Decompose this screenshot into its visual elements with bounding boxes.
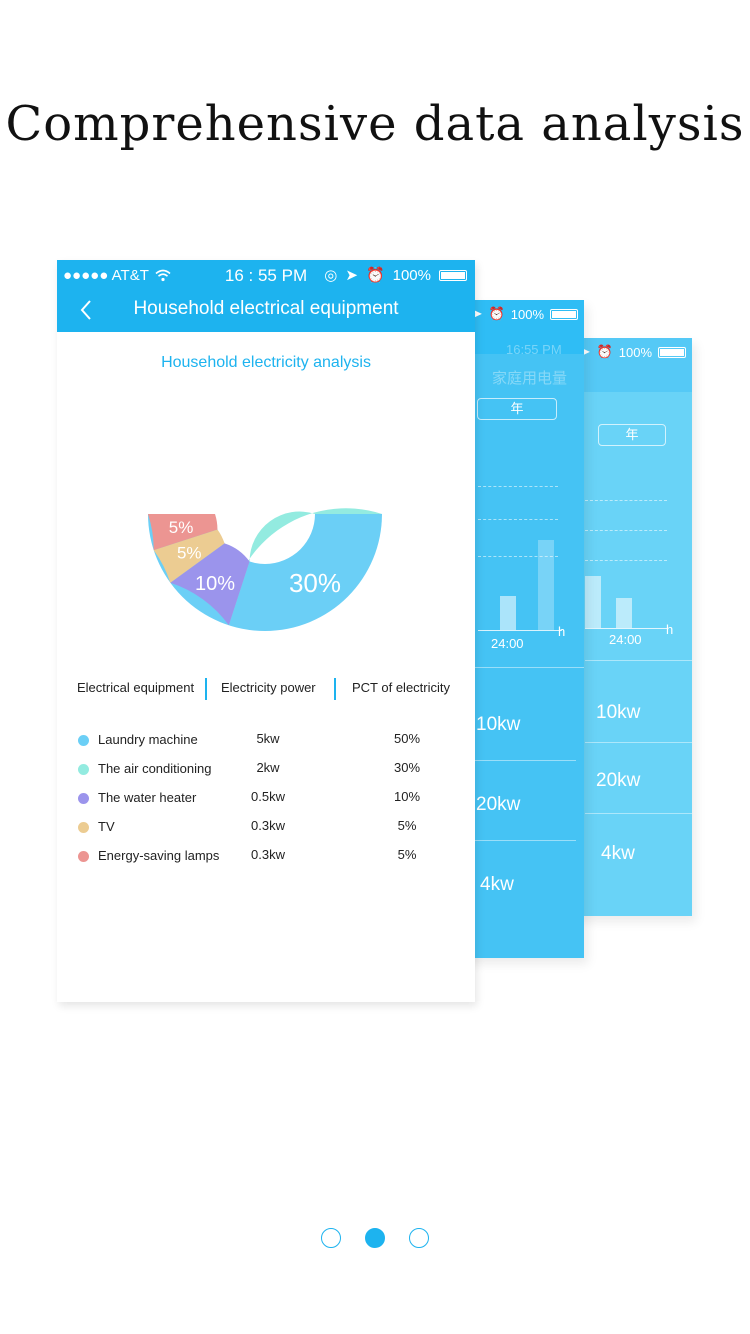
battery-percent: 100% [618,344,652,360]
slice-value-label: 30% [289,568,341,598]
legend-dot [78,764,89,775]
battery-icon [439,269,467,281]
grid-line [478,486,558,487]
time-label: 24:00 [609,632,642,647]
column-header-power: Electricity power [221,680,316,695]
chart-bar [500,596,516,630]
divider [475,840,576,841]
battery-icon [550,308,578,320]
app-header: ●●●●● AT&T 16 : 55 PM ◎ ➤ ⏰ 100% Househo… [57,260,475,332]
grid-line [585,560,667,561]
faded-title: 家庭用电量 [492,370,568,387]
divider [585,813,692,814]
divider [585,660,692,661]
rotation-lock-icon: ◎ [324,267,338,284]
phone-card-front: ●●●●● AT&T 16 : 55 PM ◎ ➤ ⏰ 100% Househo… [57,260,475,1002]
table-row[interactable]: The water heater 0.5kw 10% [57,786,475,815]
divider [585,742,692,743]
column-header-equipment: Electrical equipment [77,680,195,695]
alarm-icon: ⏰ [365,267,385,284]
preview-card-right-status: ➤ ⏰ 100% [580,344,686,360]
table-row[interactable]: Laundry machine 5kw 50% [57,728,475,757]
axis-unit-label: h [666,622,674,637]
status-right: ◎ ➤ ⏰ 100% [324,266,467,284]
equipment-power: 2kw [256,760,280,775]
equipment-name: TV [98,819,115,834]
chart-bar [616,598,632,628]
equipment-pct: 5% [397,818,417,833]
kw-value: 10kw [476,714,521,735]
slice-value-label: 5% [177,544,202,563]
equipment-power: 0.3kw [251,818,285,833]
page-dot[interactable] [409,1228,429,1248]
chart-bar [538,540,554,630]
equipment-list: Laundry machine 5kw 50% The air conditionin… [57,728,475,873]
kw-value: 4kw [480,874,514,895]
chart-bar [585,576,601,628]
electricity-donut-chart: 50% 30% 10% 5% 5% [148,416,382,631]
axis-unit-label: h [558,624,566,639]
alarm-icon: ⏰ [596,344,613,359]
chart-title: Household electricity analysis [161,354,371,371]
table-row[interactable]: The air conditioning 2kw 30% [57,757,475,786]
status-bar: ●●●●● AT&T 16 : 55 PM ◎ ➤ ⏰ 100% [57,260,475,290]
slice-value-label: 10% [195,573,235,595]
column-divider [334,678,336,700]
grid-line [585,500,667,501]
equipment-name: Laundry machine [98,732,198,747]
equipment-name: Energy-saving lamps [98,848,220,863]
legend-dot [78,851,89,862]
equipment-name: The air conditioning [98,761,212,776]
slice-value-label: 5% [169,518,194,537]
nav-title: Household electrical equipment [133,298,399,319]
location-icon: ➤ [345,267,358,284]
equipment-power: 5kw [256,731,280,746]
table-row[interactable]: TV 0.3kw 5% [57,815,475,844]
slice-value-label: 50% [239,416,291,446]
equipment-power: 0.5kw [251,789,285,804]
chart-axis [585,628,667,629]
page-indicator [0,1228,750,1248]
tab-year[interactable]: 年 [598,424,666,446]
divider [475,760,576,761]
kw-value: 10kw [596,702,641,723]
tab-year[interactable]: 年 [477,398,557,420]
column-header-pct: PCT of electricity [352,680,451,695]
page-headline: Comprehensive data analysis [5,96,745,152]
grid-line [478,519,558,520]
equipment-pct: 5% [397,847,417,862]
time-label: 24:00 [491,636,524,651]
chart-axis [478,630,562,631]
equipment-pct: 10% [393,789,421,804]
kw-value: 4kw [601,843,635,864]
faded-time: 16:55 PM [506,342,562,357]
alarm-icon: ⏰ [488,306,505,321]
grid-line [585,530,667,531]
equipment-power: 0.3kw [251,847,285,862]
equipment-pct: 30% [393,760,421,775]
battery-percent: 100% [510,306,544,322]
page-dot[interactable] [321,1228,341,1248]
equipment-name: The water heater [98,790,197,805]
kw-value: 20kw [476,794,521,815]
column-divider [205,678,207,700]
table-row[interactable]: Energy-saving lamps 0.3kw 5% [57,844,475,873]
kw-value: 20kw [596,770,641,791]
divider [475,667,584,668]
legend-dot [78,735,89,746]
legend-dot [78,822,89,833]
legend-dot [78,793,89,804]
preview-card-middle-status: ➤ ⏰ 100% [472,306,578,322]
equipment-pct: 50% [393,731,421,746]
page-dot[interactable] [365,1228,385,1248]
battery-percent: 100% [392,266,431,284]
table-header: Electrical equipment Electricity power P… [57,672,475,702]
battery-icon [658,346,686,358]
